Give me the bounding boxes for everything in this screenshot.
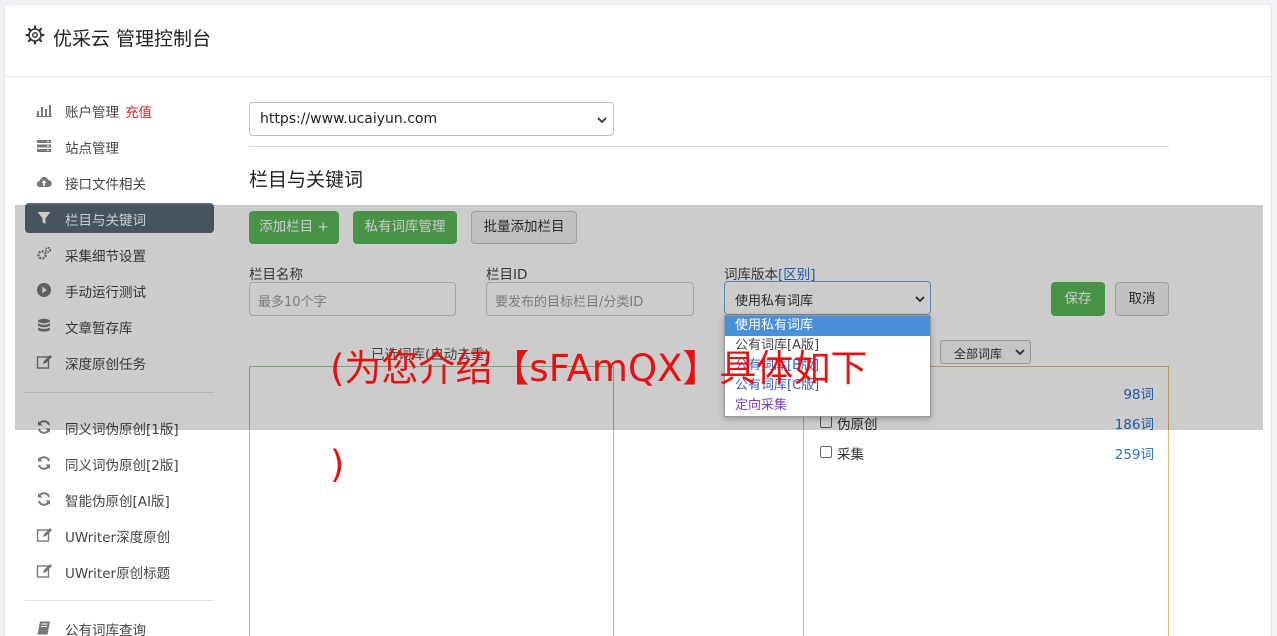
cloud-upload-icon — [36, 177, 52, 188]
sidebar-item-label: 文章暂存库 — [65, 321, 133, 337]
sidebar-item-label: 同义词伪原创[1版] — [65, 422, 179, 438]
server-icon — [37, 140, 51, 152]
sidebar-item-label: 栏目与关键词 — [65, 213, 146, 229]
sidebar-item-label: 公有词库查询 — [65, 623, 146, 636]
play-circle-icon — [37, 283, 51, 297]
sidebar-item-synonym-v1[interactable]: 同义词伪原创[1版] — [25, 412, 214, 442]
sidebar-item-label: 接口文件相关 — [65, 177, 146, 193]
bar-chart-icon — [36, 105, 52, 117]
database-icon — [38, 318, 50, 332]
site-select-value: https://www.ucaiyun.com — [260, 111, 438, 127]
site-select[interactable]: https://www.ucaiyun.com — [249, 102, 614, 136]
column-id-placeholder: 要发布的目标栏目/分类ID — [495, 295, 644, 310]
sidebar-item-columns-keywords[interactable]: 栏目与关键词 — [25, 203, 214, 233]
lib-count: 186词 — [1114, 417, 1154, 433]
sidebar-item-account[interactable]: 账户管理 充值 — [25, 95, 214, 125]
sidebar-item-public-lib-query[interactable]: 公有词库查询 — [25, 613, 214, 636]
sidebar-divider — [25, 392, 214, 393]
sidebar-item-label: 同义词伪原创[2版] — [65, 458, 179, 474]
sidebar-item-label: 手动运行测试 — [65, 285, 146, 301]
sidebar-item-collect-settings[interactable]: 采集细节设置 — [25, 239, 214, 269]
console-page: 优采云 管理控制台 账户管理 充值 站点管理 接口文件相关 栏目与关键词 采集细节… — [4, 4, 1273, 636]
gear-icon — [25, 25, 45, 45]
recharge-link[interactable]: 充值 — [125, 105, 152, 121]
section-title: 栏目与关键词 — [249, 169, 364, 191]
column-id-input[interactable]: 要发布的目标栏目/分类ID — [486, 282, 694, 316]
column-name-label: 栏目名称 — [249, 267, 303, 283]
lib-count: 98词 — [1123, 387, 1154, 403]
sidebar-item-interface-files[interactable]: 接口文件相关 — [25, 167, 214, 197]
app-header: 优采云 管理控制台 — [5, 5, 1273, 77]
refresh-icon — [38, 456, 50, 470]
sidebar-item-manual-run[interactable]: 手动运行测试 — [25, 275, 214, 305]
sidebar-item-sites[interactable]: 站点管理 — [25, 131, 214, 161]
chevron-down-icon — [597, 117, 607, 124]
sidebar-item-label: 账户管理 — [65, 105, 119, 121]
sidebar-item-label: 采集细节设置 — [65, 249, 146, 265]
add-column-button[interactable]: 添加栏目 + — [249, 211, 339, 244]
watermark-text: (为您介绍【sFAmQX】具体如下 ) — [330, 345, 970, 489]
private-lib-button[interactable]: 私有词库管理 — [353, 211, 457, 244]
column-name-input[interactable]: 最多10个字 — [249, 282, 456, 316]
dropdown-option[interactable]: 使用私有词库 — [725, 316, 930, 336]
sidebar-item-uwriter-title[interactable]: UWriter原创标题 — [25, 556, 214, 586]
sidebar-item-deep-original[interactable]: 深度原创任务 — [25, 347, 214, 377]
app-title: 优采云 管理控制台 — [53, 28, 212, 50]
batch-add-column-button[interactable]: 批量添加栏目 — [471, 211, 577, 244]
column-id-label: 栏目ID — [486, 267, 528, 283]
lib-version-label: 词库版本[区别] — [724, 263, 816, 283]
section-divider — [249, 146, 1169, 147]
edit-icon — [36, 564, 52, 578]
lib-version-value: 使用私有词库 — [735, 294, 814, 309]
save-button[interactable]: 保存 — [1051, 282, 1105, 316]
edit-icon — [36, 528, 52, 542]
filter-icon — [37, 212, 51, 224]
sidebar-item-synonym-v2[interactable]: 同义词伪原创[2版] — [25, 448, 214, 478]
sidebar-item-uwriter-deep[interactable]: UWriter深度原创 — [25, 520, 214, 550]
edit-icon — [36, 355, 52, 369]
column-name-placeholder: 最多10个字 — [258, 295, 327, 310]
watermark-line-2: ) — [330, 443, 345, 486]
sidebar-divider — [25, 600, 214, 601]
lib-count: 259词 — [1114, 447, 1154, 463]
cancel-button[interactable]: 取消 — [1115, 282, 1169, 316]
chevron-down-icon — [1015, 349, 1025, 356]
cogs-icon — [37, 246, 52, 260]
sidebar-item-label: UWriter原创标题 — [65, 566, 171, 582]
sidebar-item-ai-rewrite[interactable]: 智能伪原创[AI版] — [25, 484, 214, 514]
sidebar-item-article-store[interactable]: 文章暂存库 — [25, 311, 214, 341]
refresh-icon — [38, 492, 50, 506]
refresh-icon — [38, 420, 50, 434]
sidebar-item-label: 深度原创任务 — [65, 357, 146, 373]
sidebar-item-label: UWriter深度原创 — [65, 530, 171, 546]
chevron-down-icon — [915, 296, 925, 303]
watermark-line-1: (为您介绍【sFAmQX】具体如下 — [330, 347, 868, 390]
lib-version-select[interactable]: 使用私有词库 — [724, 281, 931, 315]
sidebar-item-label: 站点管理 — [65, 141, 119, 157]
sidebar-item-label: 智能伪原创[AI版] — [65, 494, 170, 510]
book-icon — [37, 621, 50, 635]
